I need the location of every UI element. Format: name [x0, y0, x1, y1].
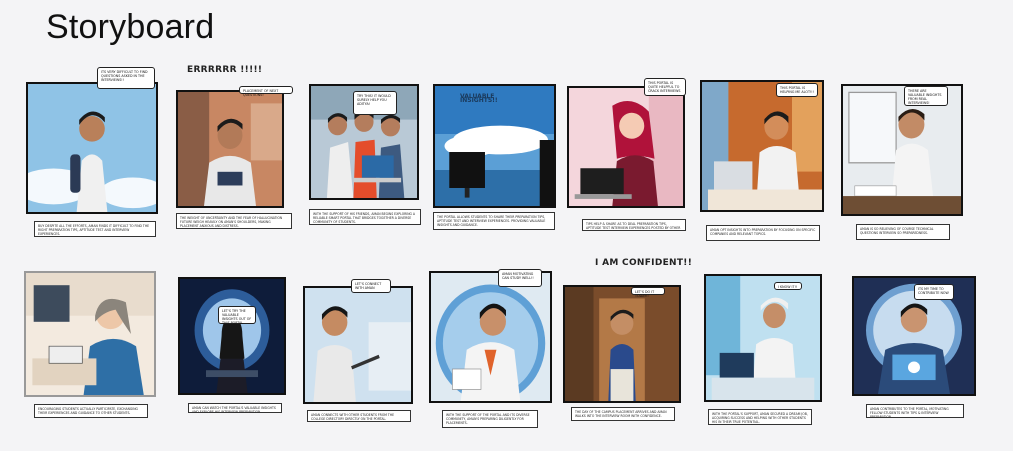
caption-box-5: Tips help & share as to deal preparation…	[582, 219, 686, 231]
caption-box-10: Aman connects with other students from t…	[307, 410, 411, 422]
speech-bubble-1: Its very difficult to find questions ask…	[97, 67, 155, 89]
caption-box-12: The day of the campus placement arrives …	[571, 407, 675, 421]
panel-8-illustration	[26, 273, 154, 395]
speech-bubble-7: There are valuable insights from real in…	[904, 86, 948, 106]
storyboard-panel-8	[24, 271, 156, 397]
storyboard-panel-10	[303, 286, 413, 404]
caption-box-13: With the portal's support, Aman secured …	[708, 409, 812, 425]
speech-bubble-2: Placement of next questions!	[239, 86, 293, 97]
storyboard-panel-13	[704, 274, 822, 402]
storyboard-panel-6	[700, 80, 824, 212]
panel-6-illustration	[702, 82, 822, 210]
speech-bubble-9: Let's try the valuable insights out of t…	[218, 306, 256, 325]
storyboard-panel-2	[176, 90, 284, 208]
speech-bubble-4: VALUABLE INSIGHTS!!	[460, 93, 498, 104]
speech-bubble-13: I know it!!	[774, 282, 802, 290]
shout-text-row1: ERRRRRR !!!!!	[187, 65, 263, 75]
caption-box-14: Aman contributes to the portal, motivati…	[866, 404, 964, 418]
caption-box-1: Buy despite all the efforts, aman finds …	[34, 221, 156, 237]
speech-bubble-10: Let's connect with Aman	[351, 279, 391, 293]
panel-1-illustration	[28, 84, 156, 212]
panel-9-illustration	[180, 279, 284, 393]
storyboard-panel-9	[178, 277, 286, 395]
page-title: Storyboard	[46, 8, 215, 46]
speech-bubble-5: This portal is quite helpful to crack in…	[644, 78, 686, 96]
speech-bubble-3: Try this! It would surely help you Adity…	[353, 91, 397, 115]
storyboard-panel-5	[567, 86, 685, 208]
panel-2-illustration	[178, 92, 282, 206]
panel-13-illustration	[706, 276, 820, 400]
caption-box-4: The portal allows students to share thei…	[433, 212, 555, 230]
storyboard-panel-11	[429, 271, 552, 403]
speech-bubble-6: This portal is helping me alot!!!	[776, 83, 818, 97]
caption-box-9: Aman can watch the portal's valuable ins…	[188, 403, 282, 413]
speech-bubble-14: Its my time to contribute now	[914, 284, 954, 300]
storyboard-panel-12	[563, 285, 681, 403]
shout-text-row2: I AM CONFIDENT!!	[595, 258, 693, 268]
speech-bubble-11: Aman motivating can study well!!	[498, 269, 542, 287]
caption-box-11: With the support of the portal and its d…	[442, 410, 538, 428]
caption-box-8: Encouraging students actually participat…	[34, 404, 148, 418]
caption-box-7: Aman is so relieving of course technical…	[856, 224, 950, 240]
panel-11-illustration	[431, 273, 550, 401]
caption-box-3: With the support of his friends, Aman be…	[309, 209, 421, 225]
storyboard-panel-1	[26, 82, 158, 214]
panel-12-illustration	[565, 287, 679, 401]
panel-4-illustration	[435, 86, 554, 206]
panel-5-illustration	[569, 88, 683, 206]
caption-box-6: Aman opt insights into preparation by fo…	[706, 225, 820, 241]
panel-10-illustration	[305, 288, 411, 402]
caption-box-2: The weight of uncertainty and the fear o…	[176, 213, 292, 229]
speech-bubble-12: Let's do it today!!	[631, 287, 665, 298]
